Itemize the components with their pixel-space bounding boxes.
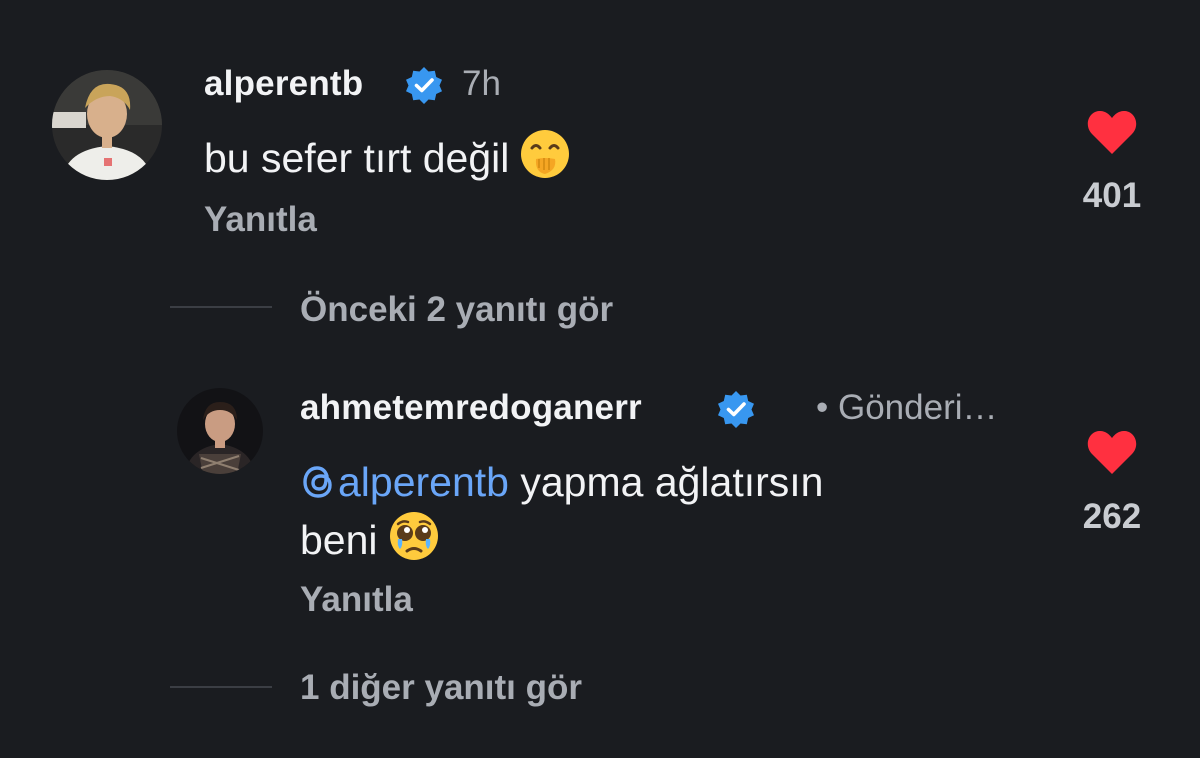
comment-time: 7h: [462, 64, 501, 103]
avatar-alperentb[interactable]: [52, 70, 162, 180]
pleading-face-icon: [388, 510, 440, 562]
comment-text-line2: beni: [300, 517, 378, 563]
like-count: 401: [1082, 176, 1142, 215]
comment-text-content: bu sefer tırt değil: [204, 135, 510, 181]
like-count: 262: [1082, 497, 1142, 536]
post-author-label: • Gönderi…: [816, 388, 998, 427]
reply-button[interactable]: Yanıtla: [300, 580, 413, 620]
threads-at-icon: [300, 463, 336, 501]
view-other-replies-button[interactable]: 1 diğer yanıtı gör: [300, 668, 582, 708]
comment-username[interactable]: alperentb: [204, 64, 363, 104]
verified-badge-icon: [404, 65, 444, 105]
thread-divider: [170, 686, 272, 688]
comment-text: bu sefer tırt değil: [204, 128, 571, 186]
heart-icon[interactable]: [1086, 428, 1138, 476]
verified-badge-icon: [716, 389, 756, 429]
comment-username[interactable]: ahmetemredoganerr: [300, 388, 642, 428]
avatar-ahmetemredoganerr[interactable]: [177, 388, 263, 474]
heart-icon[interactable]: [1086, 108, 1138, 156]
comment-text-line1: yapma ağlatırsın: [520, 459, 824, 505]
reply-button[interactable]: Yanıtla: [204, 200, 317, 240]
mention-link[interactable]: alperentb: [300, 459, 509, 505]
view-previous-replies-button[interactable]: Önceki 2 yanıtı gör: [300, 290, 613, 330]
thread-divider: [170, 306, 272, 308]
comment-text: alperentb yapma ağlatırsın beni: [300, 454, 823, 568]
mention-username[interactable]: alperentb: [338, 459, 509, 505]
face-with-hand-over-mouth-icon: [519, 128, 571, 180]
